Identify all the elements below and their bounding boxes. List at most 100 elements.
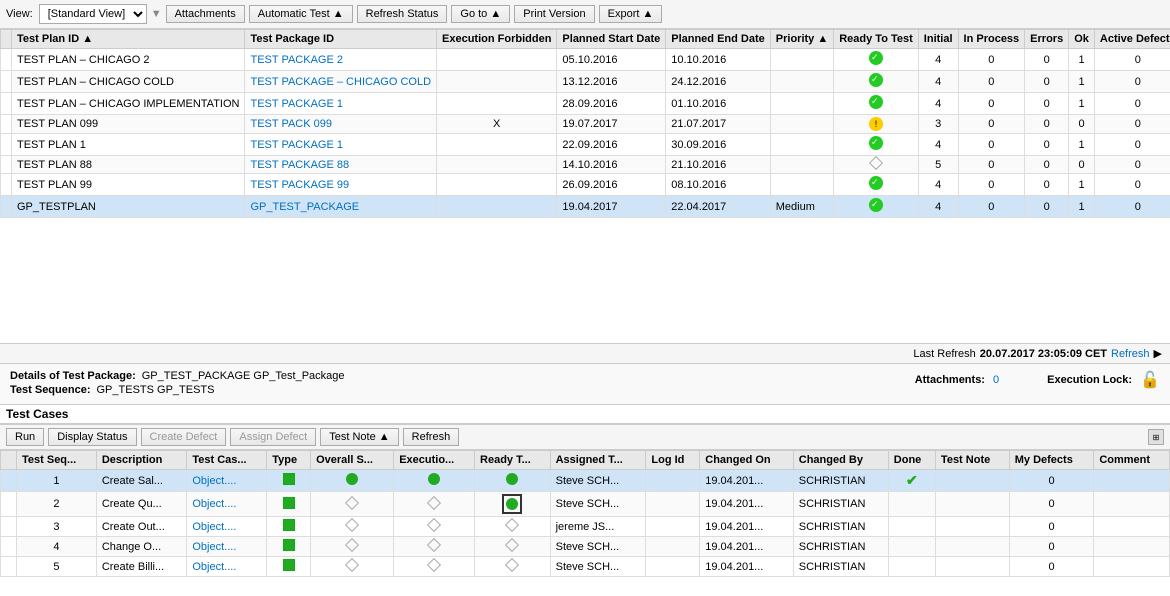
btcol-assigned[interactable]: Assigned T...: [550, 451, 646, 470]
bt-testcas-cell[interactable]: Object....: [187, 537, 267, 557]
col-exec-forbidden[interactable]: Execution Forbidden: [437, 30, 557, 49]
col-test-plan-id[interactable]: Test Plan ID ▲: [12, 30, 245, 49]
test-plan-id-cell[interactable]: TEST PLAN – CHICAGO COLD: [12, 71, 245, 93]
details-left: Details of Test Package: GP_TEST_PACKAGE…: [10, 370, 895, 398]
bt-logid-cell: [646, 537, 700, 557]
in-process-cell: 0: [958, 93, 1025, 115]
ok-cell: 1: [1069, 71, 1095, 93]
details-right: Attachments: 0 Execution Lock: 🔓: [915, 370, 1160, 390]
details-exec-lock-label: Execution Lock:: [1047, 374, 1132, 386]
test-package-id-cell[interactable]: GP_TEST_PACKAGE: [245, 196, 437, 218]
bt-testcas-cell[interactable]: Object....: [187, 492, 267, 517]
errors-cell: 0: [1025, 156, 1069, 174]
print-version-button[interactable]: Print Version: [514, 5, 594, 23]
run-button[interactable]: Run: [6, 428, 44, 446]
test-plan-id-cell[interactable]: TEST PLAN – CHICAGO 2: [12, 49, 245, 71]
planned-start-cell: 26.09.2016: [557, 174, 666, 196]
bt-changed-by-cell: SCHRISTIAN: [793, 557, 888, 577]
btcol-execution[interactable]: Executio...: [394, 451, 475, 470]
bt-type-cell: [267, 470, 311, 492]
col-ok[interactable]: Ok: [1069, 30, 1095, 49]
col-ready[interactable]: Ready To Test: [834, 30, 919, 49]
btcol-seq[interactable]: Test Seq...: [17, 451, 97, 470]
ready-cell: [834, 174, 919, 196]
in-process-cell: 0: [958, 71, 1025, 93]
test-package-id-cell[interactable]: TEST PACKAGE 88: [245, 156, 437, 174]
col-errors[interactable]: Errors: [1025, 30, 1069, 49]
refresh-status-button[interactable]: Refresh Status: [357, 5, 448, 23]
col-priority[interactable]: Priority ▲: [770, 30, 833, 49]
btcol-overall[interactable]: Overall S...: [311, 451, 394, 470]
bt-assigned-cell: Steve SCH...: [550, 537, 646, 557]
test-package-id-cell[interactable]: TEST PACKAGE 2: [245, 49, 437, 71]
btcol-test-note[interactable]: Test Note: [935, 451, 1009, 470]
col-in-process[interactable]: In Process: [958, 30, 1025, 49]
bt-overall-cell: [311, 537, 394, 557]
test-plan-id-cell[interactable]: TEST PLAN 099: [12, 115, 245, 134]
main-table-wrapper: Test Plan ID ▲ Test Package ID Execution…: [0, 29, 1170, 344]
test-note-button[interactable]: Test Note ▲: [320, 428, 398, 446]
planned-end-cell: 08.10.2016: [666, 174, 771, 196]
go-to-button[interactable]: Go to ▲: [451, 5, 510, 23]
btcol-done[interactable]: Done: [888, 451, 935, 470]
bt-changed-by-cell: SCHRISTIAN: [793, 492, 888, 517]
btcol-changed-on[interactable]: Changed On: [700, 451, 794, 470]
errors-cell: 0: [1025, 174, 1069, 196]
ok-cell: 0: [1069, 156, 1095, 174]
test-plan-id-cell[interactable]: TEST PLAN – CHICAGO IMPLEMENTATION: [12, 93, 245, 115]
row-sel-indicator: [1, 174, 12, 196]
refresh-button[interactable]: Refresh: [403, 428, 460, 446]
exec-forbidden-cell: [437, 196, 557, 218]
exec-forbidden-cell: [437, 49, 557, 71]
test-package-id-cell[interactable]: TEST PACKAGE 1: [245, 134, 437, 156]
test-plan-id-cell[interactable]: TEST PLAN 88: [12, 156, 245, 174]
test-plan-id-cell[interactable]: GP_TESTPLAN: [12, 196, 245, 218]
bt-testcas-cell[interactable]: Object....: [187, 557, 267, 577]
btcol-type[interactable]: Type: [267, 451, 311, 470]
col-planned-end[interactable]: Planned End Date: [666, 30, 771, 49]
col-initial[interactable]: Initial: [918, 30, 958, 49]
assign-defect-button[interactable]: Assign Defect: [230, 428, 316, 446]
bt-seq-cell: 1: [17, 470, 97, 492]
planned-start-cell: 22.09.2016: [557, 134, 666, 156]
bt-changed-on-cell: 19.04.201...: [700, 517, 794, 537]
bt-testcas-cell[interactable]: Object....: [187, 517, 267, 537]
col-planned-start[interactable]: Planned Start Date: [557, 30, 666, 49]
active-defects-cell: 0: [1094, 49, 1170, 71]
automatic-test-button[interactable]: Automatic Test ▲: [249, 5, 353, 23]
btcol-comment[interactable]: Comment: [1094, 451, 1170, 470]
grid-settings-icon[interactable]: ⊞: [1148, 429, 1164, 445]
btcol-desc[interactable]: Description: [96, 451, 187, 470]
display-status-button[interactable]: Display Status: [48, 428, 136, 446]
planned-end-cell: 21.10.2016: [666, 156, 771, 174]
test-package-id-cell[interactable]: TEST PACKAGE 1: [245, 93, 437, 115]
details-attachments-value[interactable]: 0: [993, 374, 999, 386]
col-active-defects[interactable]: Active Defects: [1094, 30, 1170, 49]
test-plan-id-cell[interactable]: TEST PLAN 99: [12, 174, 245, 196]
bt-my-defects-cell: 0: [1009, 517, 1094, 537]
bt-testcas-cell[interactable]: Object....: [187, 470, 267, 492]
attachments-button[interactable]: Attachments: [166, 5, 245, 23]
btcol-my-defects[interactable]: My Defects: [1009, 451, 1094, 470]
btcol-testcas[interactable]: Test Cas...: [187, 451, 267, 470]
bt-logid-cell: [646, 470, 700, 492]
btcol-changed-by[interactable]: Changed By: [793, 451, 888, 470]
bt-type-cell: [267, 492, 311, 517]
export-button[interactable]: Export ▲: [599, 5, 663, 23]
col-test-package-id[interactable]: Test Package ID: [245, 30, 437, 49]
test-package-id-cell[interactable]: TEST PACK 099: [245, 115, 437, 134]
test-package-id-cell[interactable]: TEST PACKAGE 99: [245, 174, 437, 196]
bt-ready-cell: [475, 537, 551, 557]
ok-cell: 1: [1069, 93, 1095, 115]
view-select[interactable]: [Standard View]: [39, 4, 147, 24]
active-defects-cell: 0: [1094, 115, 1170, 134]
test-plan-id-cell[interactable]: TEST PLAN 1: [12, 134, 245, 156]
refresh-link[interactable]: Refresh: [1111, 348, 1150, 360]
initial-cell: 4: [918, 134, 958, 156]
create-defect-button[interactable]: Create Defect: [141, 428, 227, 446]
btcol-ready[interactable]: Ready T...: [475, 451, 551, 470]
btcol-logid[interactable]: Log Id: [646, 451, 700, 470]
ready-cell: !: [834, 115, 919, 134]
bt-test-note-cell: [935, 537, 1009, 557]
test-package-id-cell[interactable]: TEST PACKAGE – CHICAGO COLD: [245, 71, 437, 93]
